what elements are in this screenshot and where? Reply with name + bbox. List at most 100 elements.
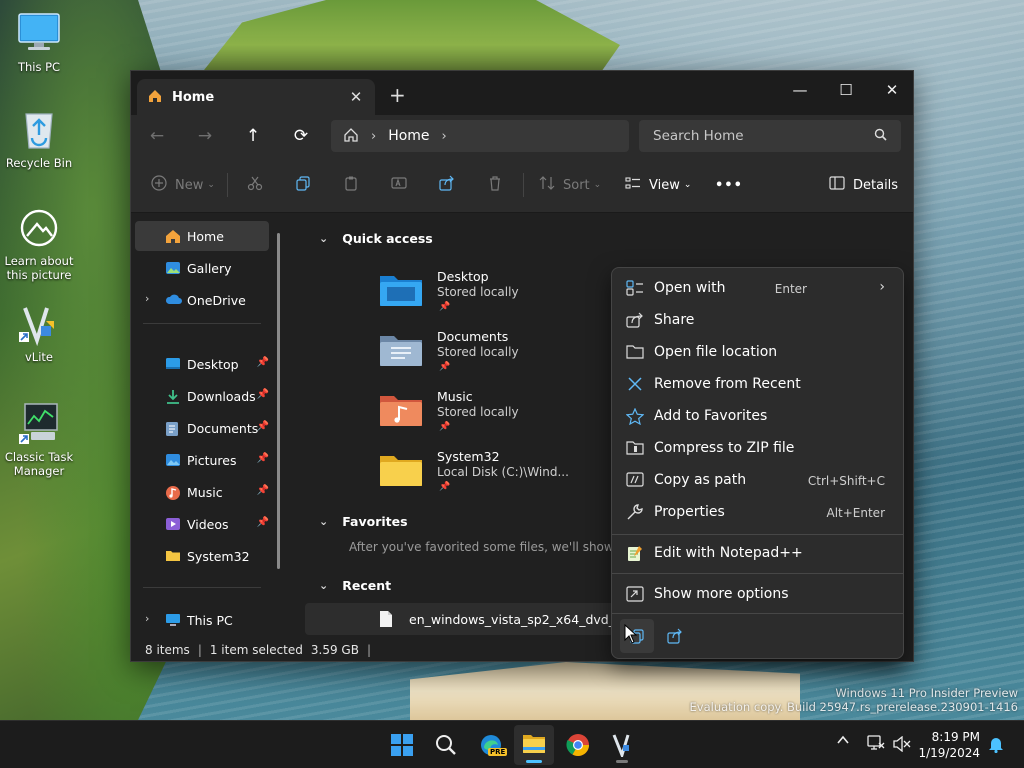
details-button[interactable]: Details [829,171,898,199]
rename-button[interactable] [391,171,407,199]
nav-item-videos[interactable]: Videos 📌 [135,509,269,539]
view-list-icon [625,175,641,195]
pin-icon[interactable]: 📌 [257,357,269,368]
desktop-icon-recycle-bin[interactable]: Recycle Bin [0,108,79,170]
desktop-icon-label: Classic Task Manager [4,450,74,478]
nav-item-label: Desktop [187,356,239,372]
nav-item-desktop[interactable]: Desktop 📌 [135,349,269,379]
desktop-icon-vlite[interactable]: vLite [0,302,79,364]
pin-icon[interactable]: 📌 [257,453,269,464]
menu-item-add-to-favorites[interactable]: Add to Favorites [616,401,899,431]
close-button[interactable]: ✕ [869,75,915,105]
chevron-right-icon[interactable]: › [145,292,149,305]
menu-item-open-file-location[interactable]: Open file location [616,337,899,367]
nav-item-home[interactable]: Home [135,221,269,251]
menu-item-copy-as-path[interactable]: Copy as path Ctrl+Shift+C [616,465,899,495]
search-icon[interactable] [874,128,887,144]
nav-item-pictures[interactable]: Pictures 📌 [135,445,269,475]
menu-item-share[interactable]: Share [616,305,899,335]
taskbar-file-explorer[interactable] [514,725,554,765]
tab-home[interactable]: Home ✕ [137,79,375,115]
pin-icon: 📌 [439,482,451,492]
recent-header[interactable]: ⌄ Recent [319,578,391,593]
search-button[interactable] [426,725,466,765]
up-button[interactable]: ↑ [237,121,269,151]
share-button[interactable] [658,619,692,653]
more-options-button[interactable]: ••• [715,171,743,199]
plus-circle-icon [151,175,167,195]
nav-item-documents[interactable]: Documents 📌 [135,413,269,443]
nav-item-gallery[interactable]: Gallery [135,253,269,283]
item-count: 8 items [145,643,190,657]
nav-scrollbar[interactable] [277,233,280,569]
network-icon[interactable] [867,735,885,755]
menu-item-show-more-options[interactable]: Show more options [616,579,899,609]
quick-access-item-documents[interactable]: Documents Stored locally 📌 [379,327,599,383]
recent-file-row[interactable]: en_windows_vista_sp2_x64_dvd_3... [305,603,645,635]
menu-item-label: Properties [654,504,725,520]
nav-item-onedrive[interactable]: › OneDrive [135,285,269,315]
new-tab-button[interactable]: + [389,83,406,107]
tab-title: Home [172,89,215,105]
desktop-icon-classic-task-manager[interactable]: Classic Task Manager [0,402,79,478]
delete-button[interactable] [487,171,503,199]
section-title: Favorites [342,514,408,529]
new-button[interactable]: New ⌄ [151,171,215,199]
nav-item-music[interactable]: Music 📌 [135,477,269,507]
desktop-icon-this-pc[interactable]: This PC [0,12,79,74]
cut-button[interactable] [247,171,263,199]
menu-item-compress-zip[interactable]: Compress to ZIP file [616,433,899,463]
share-icon [439,175,455,195]
volume-muted-icon[interactable] [893,735,911,756]
search-input[interactable] [653,128,874,144]
forward-button[interactable]: → [189,121,221,151]
pin-icon[interactable]: 📌 [257,517,269,528]
desktop-icon-learn-about-picture[interactable]: Learn about this picture [0,206,79,282]
quick-access-item-system32[interactable]: System32 Local Disk (C:)\Wind... 📌 [379,447,599,503]
close-tab-button[interactable]: ✕ [347,88,365,106]
start-button[interactable] [382,725,422,765]
taskbar-chrome[interactable] [558,725,598,765]
minimize-button[interactable]: — [777,75,823,105]
menu-item-edit-notepadpp[interactable]: Edit with Notepad++ [616,538,899,568]
nav-item-this-pc[interactable]: › This PC [135,605,269,635]
nav-item-system32[interactable]: System32 [135,541,269,571]
copy-button[interactable] [295,171,311,199]
chevron-up-icon[interactable] [836,733,850,751]
title-bar[interactable]: Home ✕ + — ☐ ✕ [131,71,913,115]
breadcrumb[interactable]: › Home › [331,120,629,152]
star-icon [625,407,645,426]
share-button[interactable] [439,171,455,199]
paste-button[interactable] [343,171,359,199]
breadcrumb-home[interactable]: Home [388,128,429,144]
vlite-icon [17,302,61,347]
chevron-right-icon[interactable]: › [145,612,149,625]
view-button[interactable]: View ⌄ [625,171,691,199]
maximize-button[interactable]: ☐ [823,75,869,105]
favorites-header[interactable]: ⌄ Favorites [319,514,408,529]
pin-icon[interactable]: 📌 [257,421,269,432]
menu-item-open-with[interactable]: Open with Enter › [616,273,899,303]
refresh-button[interactable]: ⟳ [285,121,317,151]
sort-button[interactable]: Sort ⌄ [539,171,601,199]
back-button[interactable]: ← [141,121,173,151]
chevron-right-icon[interactable]: › [442,129,447,144]
taskbar-edge-preview[interactable]: PRE [470,725,510,765]
chevron-right-icon: › [879,279,885,295]
taskbar-vlite[interactable] [602,725,642,765]
quick-access-item-music[interactable]: Music Stored locally 📌 [379,387,599,443]
clock[interactable]: 8:19 PM 1/19/2024 [918,729,980,761]
quick-access-item-desktop[interactable]: Desktop Stored locally 📌 [379,267,599,323]
notification-bell-icon[interactable] [988,735,1004,757]
quick-access-header[interactable]: ⌄ Quick access [319,231,433,246]
pin-icon[interactable]: 📌 [257,485,269,496]
folder-icon [379,453,423,487]
status-divider: | [197,643,202,657]
pin-icon[interactable]: 📌 [257,389,269,400]
menu-item-remove-from-recent[interactable]: Remove from Recent [616,369,899,399]
view-label: View [649,177,680,193]
x-mark-icon [626,376,644,392]
menu-item-properties[interactable]: Properties Alt+Enter [616,497,899,527]
video-icon [165,517,181,531]
nav-item-downloads[interactable]: Downloads 📌 [135,381,269,411]
